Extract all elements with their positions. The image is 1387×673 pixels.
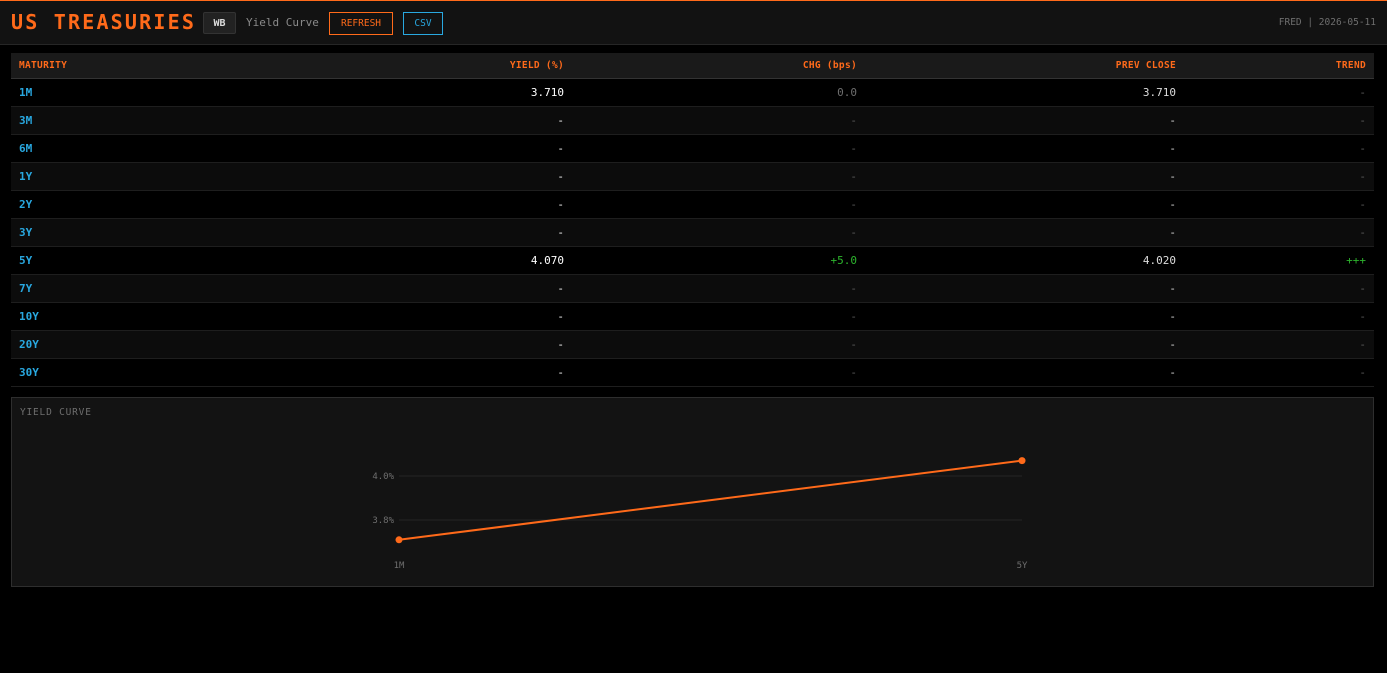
cell-change: - (572, 162, 865, 191)
y-tick-label: 4.0% (372, 472, 394, 482)
table-row[interactable]: 30Y - - - - (11, 358, 1374, 387)
cell-maturity: 1M (11, 78, 211, 107)
data-source-label: FRED | 2026-05-11 (1278, 17, 1376, 28)
data-point-5Y[interactable] (1018, 457, 1026, 465)
yield-curve-chart: 3.8% 4.0% 1M 5Y (372, 457, 1028, 571)
cell-yield: - (211, 134, 572, 163)
exchange-badge: WB (203, 12, 236, 34)
cell-trend: - (1184, 134, 1374, 163)
x-tick-label: 1M (394, 561, 405, 571)
cell-yield: - (211, 190, 572, 219)
cell-maturity: 7Y (11, 274, 211, 303)
view-subtitle: Yield Curve (246, 16, 319, 29)
treasury-table: MATURITY YIELD (%) CHG (bps) PREV CLOSE … (11, 53, 1374, 387)
cell-change: - (572, 274, 865, 303)
cell-trend: - (1184, 358, 1374, 387)
cell-maturity: 30Y (11, 358, 211, 387)
cell-change: +5.0 (572, 246, 865, 275)
cell-yield: - (211, 302, 572, 331)
cell-change: - (572, 358, 865, 387)
cell-change: - (572, 190, 865, 219)
table-row[interactable]: 3Y - - - - (11, 218, 1374, 247)
cell-prev-close: - (865, 358, 1184, 387)
cell-prev-close: - (865, 134, 1184, 163)
table-row[interactable]: 5Y 4.070 +5.0 4.020 +++ (11, 246, 1374, 275)
header-bar: US TREASURIES WB Yield Curve REFRESH CSV… (0, 0, 1387, 45)
data-point-1M[interactable] (395, 536, 403, 544)
column-header-prev-close[interactable]: PREV CLOSE (865, 53, 1184, 79)
table-row[interactable]: 1M 3.710 0.0 3.710- (11, 78, 1374, 107)
cell-trend: - (1184, 78, 1374, 107)
cell-trend: - (1184, 274, 1374, 303)
table-row[interactable]: 6M - - - - (11, 134, 1374, 163)
table-row[interactable]: 20Y - - - - (11, 330, 1374, 359)
cell-maturity: 6M (11, 134, 211, 163)
cell-yield: 4.070 (211, 246, 572, 275)
cell-change: - (572, 106, 865, 135)
table-row[interactable]: 2Y - - - - (11, 190, 1374, 219)
cell-trend: - (1184, 190, 1374, 219)
cell-maturity: 1Y (11, 162, 211, 191)
x-tick-label: 5Y (1017, 561, 1028, 571)
table-body: 1M 3.710 0.0 3.710-3M - - - -6M - - - -1Y - - - -2Y - - - -… (11, 78, 1374, 387)
cell-trend: +++ (1184, 246, 1374, 275)
cell-prev-close: 4.020 (865, 246, 1184, 275)
table-row[interactable]: 1Y - - - - (11, 162, 1374, 191)
cell-maturity: 3Y (11, 218, 211, 247)
cell-trend: - (1184, 106, 1374, 135)
cell-yield: - (211, 358, 572, 387)
table-row[interactable]: 10Y - - - - (11, 302, 1374, 331)
cell-trend: - (1184, 302, 1374, 331)
cell-yield: - (211, 218, 572, 247)
cell-change: - (572, 134, 865, 163)
cell-prev-close: - (865, 330, 1184, 359)
cell-trend: - (1184, 162, 1374, 191)
cell-maturity: 20Y (11, 330, 211, 359)
table-header-row: MATURITY YIELD (%) CHG (bps) PREV CLOSE … (11, 53, 1374, 79)
cell-yield: - (211, 274, 572, 303)
cell-prev-close: - (865, 302, 1184, 331)
page-title: US TREASURIES (11, 10, 197, 34)
cell-change: - (572, 218, 865, 247)
cell-prev-close: - (865, 218, 1184, 247)
table-row[interactable]: 3M - - - - (11, 106, 1374, 135)
column-header-maturity[interactable]: MATURITY (11, 53, 211, 79)
cell-maturity: 3M (11, 106, 211, 135)
cell-maturity: 5Y (11, 246, 211, 275)
cell-change: - (572, 330, 865, 359)
cell-change: 0.0 (572, 78, 865, 107)
cell-prev-close: - (865, 190, 1184, 219)
y-tick-label: 3.8% (372, 516, 394, 526)
series-line (398, 459, 1023, 541)
cell-trend: - (1184, 330, 1374, 359)
cell-yield: - (211, 106, 572, 135)
cell-maturity: 10Y (11, 302, 211, 331)
csv-export-button[interactable]: CSV (403, 12, 443, 35)
cell-prev-close: 3.710 (865, 78, 1184, 107)
table-row[interactable]: 7Y - - - - (11, 274, 1374, 303)
cell-prev-close: - (865, 274, 1184, 303)
column-header-change[interactable]: CHG (bps) (572, 53, 865, 79)
cell-yield: - (211, 330, 572, 359)
yield-curve-panel: YIELD CURVE 3.8% 4.0% 1M 5Y (11, 397, 1374, 587)
cell-maturity: 2Y (11, 190, 211, 219)
cell-change: - (572, 302, 865, 331)
cell-yield: - (211, 162, 572, 191)
column-header-trend[interactable]: TREND (1184, 53, 1374, 79)
column-header-yield[interactable]: YIELD (%) (211, 53, 572, 79)
cell-trend: - (1184, 218, 1374, 247)
cell-prev-close: - (865, 106, 1184, 135)
cell-prev-close: - (865, 162, 1184, 191)
refresh-button[interactable]: REFRESH (329, 12, 393, 35)
cell-yield: 3.710 (211, 78, 572, 107)
